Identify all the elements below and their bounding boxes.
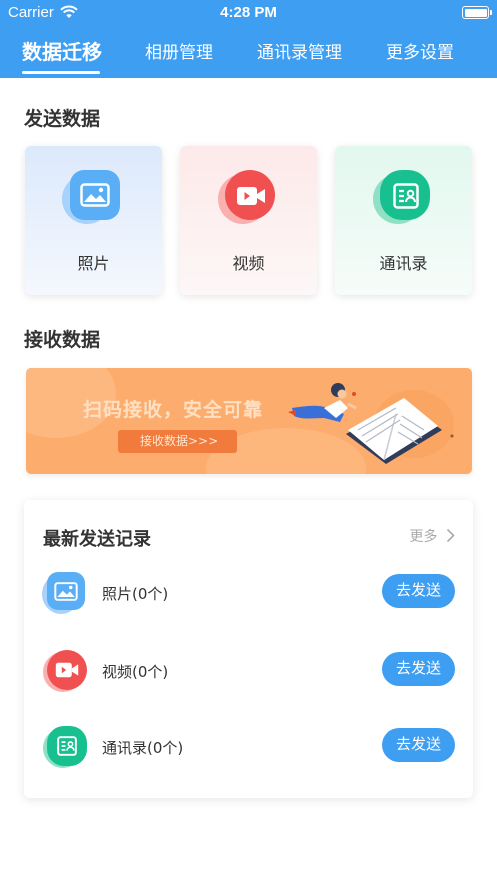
banner-text: 扫码接收，安全可靠 <box>83 399 264 421</box>
chevron-right-icon <box>446 528 455 543</box>
app-header: Carrier 4:28 PM 数据迁移 相册管理 通讯录管理 更多设置 <box>0 0 497 78</box>
top-tabs: 数据迁移 相册管理 通讯录管理 更多设置 <box>0 38 497 76</box>
tab-more-settings[interactable]: 更多设置 <box>386 38 454 63</box>
send-photo-label: 照片 <box>77 254 110 273</box>
reading-person-illustration <box>288 383 454 464</box>
record-label-photo: 照片(0个) <box>102 585 169 603</box>
record-row-photo: 照片(0个) 去发送 <box>24 572 473 616</box>
record-label-contacts: 通讯录(0个) <box>102 739 184 757</box>
record-label-video: 视频(0个) <box>102 663 169 681</box>
status-bar: Carrier 4:28 PM <box>0 0 497 26</box>
more-label: 更多 <box>409 529 438 545</box>
latest-records-panel: 最新发送记录 更多 照片(0个) 去发送 视频(0个) 去发送 通讯录(0个) … <box>24 500 473 798</box>
send-photo-button[interactable]: 去发送 <box>382 574 455 608</box>
receive-data-title: 接收数据 <box>24 329 101 351</box>
record-row-video: 视频(0个) 去发送 <box>24 650 473 694</box>
send-photo-card[interactable]: 照片 <box>25 146 162 295</box>
image-icon <box>42 572 86 614</box>
send-contacts-button[interactable]: 去发送 <box>382 728 455 762</box>
send-contacts-label: 通讯录 <box>379 254 428 273</box>
tab-data-migration[interactable]: 数据迁移 <box>22 36 102 65</box>
tab-contacts-management[interactable]: 通讯录管理 <box>257 38 342 63</box>
send-data-title: 发送数据 <box>24 108 101 130</box>
status-time: 4:28 PM <box>220 4 277 21</box>
tab-album-management[interactable]: 相册管理 <box>145 38 213 63</box>
receive-data-button[interactable]: 接收数据>>> <box>118 430 237 453</box>
records-title: 最新发送记录 <box>43 529 151 550</box>
send-video-button[interactable]: 去发送 <box>382 652 455 686</box>
contacts-icon <box>373 170 432 226</box>
more-link[interactable]: 更多 <box>410 526 455 546</box>
scan-receive-banner[interactable]: 扫码接收，安全可靠 接收数据>>> <box>26 368 472 474</box>
active-tab-indicator <box>22 71 100 74</box>
battery-icon <box>462 6 492 19</box>
record-row-contacts: 通讯录(0个) 去发送 <box>24 726 473 770</box>
send-contacts-card[interactable]: 通讯录 <box>335 146 472 295</box>
contacts-icon <box>43 726 87 768</box>
image-icon <box>62 170 122 226</box>
send-video-label: 视频 <box>232 254 265 273</box>
video-icon <box>43 650 87 692</box>
send-video-card[interactable]: 视频 <box>180 146 317 295</box>
video-icon <box>218 170 277 226</box>
